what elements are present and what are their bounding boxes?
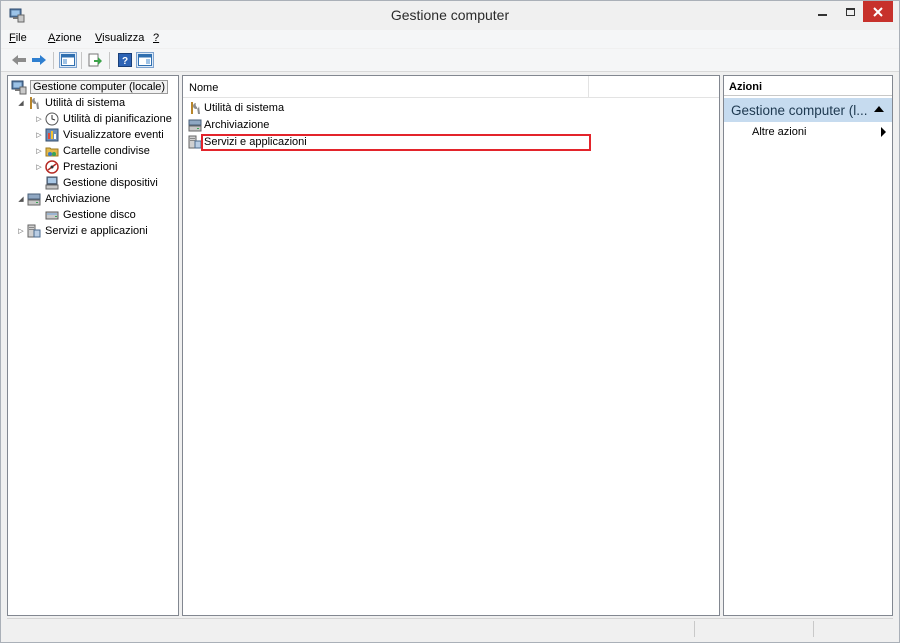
device-manager-icon <box>44 175 60 191</box>
tools-icon <box>26 95 42 111</box>
console-tree: Gestione computer (locale) ◢ Utilità di … <box>7 75 179 616</box>
main-window: Gestione computer File Azione Visualizza… <box>0 0 900 643</box>
action-altre-azioni[interactable]: Altre azioni <box>752 126 806 138</box>
storage-icon <box>187 117 203 133</box>
collapsed-arrow-icon[interactable]: ▷ <box>16 227 26 235</box>
toolbar-separator <box>81 52 82 69</box>
menu-help[interactable]: ? <box>153 32 159 44</box>
forward-icon <box>32 55 46 65</box>
submenu-arrow-icon <box>881 127 886 137</box>
maximize-icon <box>845 7 855 16</box>
tree-item-utilita-di-sistema[interactable]: ◢ Utilità di sistema <box>16 95 125 111</box>
disk-icon <box>44 207 60 223</box>
actions-pane: Azioni Gestione computer (l... Altre azi… <box>723 75 893 616</box>
show-hide-tree-icon <box>61 54 75 66</box>
svg-text:?: ? <box>122 56 128 67</box>
clock-icon <box>44 111 60 127</box>
menu-azione[interactable]: Azione <box>48 32 82 44</box>
menu-file[interactable]: File <box>9 32 27 44</box>
menu-bar: File Azione Visualizza ? <box>1 30 899 48</box>
show-hide-action-pane-icon <box>138 54 152 66</box>
menu-visualizza[interactable]: Visualizza <box>95 32 144 44</box>
maximize-button[interactable] <box>837 1 863 22</box>
minimize-icon <box>817 13 827 16</box>
export-list-icon <box>88 53 102 67</box>
column-header-name[interactable]: Nome <box>189 82 218 94</box>
collapsed-arrow-icon[interactable]: ▷ <box>34 163 44 171</box>
back-button[interactable] <box>10 52 28 68</box>
collapsed-arrow-icon[interactable]: ▷ <box>34 115 44 123</box>
tree-item-servizi-e-applicazioni[interactable]: ▷ Servizi e applicazioni <box>16 223 148 239</box>
list-item-utilita-di-sistema[interactable]: Utilità di sistema <box>187 100 284 116</box>
status-bar <box>7 618 893 638</box>
collapsed-arrow-icon[interactable]: ▷ <box>34 147 44 155</box>
help-icon: ? <box>118 53 132 67</box>
show-hide-action-pane-button[interactable] <box>136 52 154 68</box>
expanded-arrow-icon[interactable]: ◢ <box>16 195 26 203</box>
collapsed-arrow-icon[interactable]: ▷ <box>34 131 44 139</box>
tree-item-gestione-disco[interactable]: Gestione disco <box>34 207 136 223</box>
export-list-button[interactable] <box>86 52 104 68</box>
actions-group-header[interactable]: Gestione computer (l... <box>724 98 892 122</box>
show-hide-tree-button[interactable] <box>59 52 77 68</box>
highlight-box <box>201 134 591 151</box>
column-header: Nome <box>183 76 719 98</box>
close-button[interactable] <box>863 1 893 22</box>
result-list: Nome Utilità di sistema Archiviazione Se… <box>182 75 720 616</box>
forward-button[interactable] <box>30 52 48 68</box>
title-bar: Gestione computer <box>1 1 899 30</box>
close-icon <box>873 6 883 17</box>
toolbar: ? <box>1 49 899 72</box>
computer-management-icon <box>11 79 27 95</box>
status-divider <box>694 621 695 637</box>
status-divider <box>813 621 814 637</box>
column-divider[interactable] <box>588 76 589 98</box>
tree-item-gestione-dispositivi[interactable]: Gestione dispositivi <box>34 175 158 191</box>
tree-item-visualizzatore-eventi[interactable]: ▷ Visualizzatore eventi <box>34 127 164 143</box>
minimize-button[interactable] <box>809 1 835 22</box>
back-icon <box>12 55 26 65</box>
tree-root-label: Gestione computer (locale) <box>30 80 169 94</box>
expanded-arrow-icon[interactable]: ◢ <box>16 99 26 107</box>
tree-item-cartelle-condivise[interactable]: ▷ Cartelle condivise <box>34 143 150 159</box>
shared-folder-icon <box>44 143 60 159</box>
list-item-archiviazione[interactable]: Archiviazione <box>187 117 269 133</box>
tree-item-archiviazione[interactable]: ◢ Archiviazione <box>16 191 110 207</box>
tree-item-utilita-di-pianificazione[interactable]: ▷ Utilità di pianificazione <box>34 111 172 127</box>
tree-root[interactable]: Gestione computer (locale) <box>11 79 169 95</box>
storage-icon <box>26 191 42 207</box>
tree-item-prestazioni[interactable]: ▷ Prestazioni <box>34 159 117 175</box>
tools-icon <box>187 100 203 116</box>
event-viewer-icon <box>44 127 60 143</box>
help-button[interactable]: ? <box>116 52 134 68</box>
toolbar-separator <box>53 52 54 69</box>
actions-header: Azioni <box>724 76 892 96</box>
toolbar-separator <box>109 52 110 69</box>
collapse-up-icon[interactable] <box>874 106 884 112</box>
window-title: Gestione computer <box>390 7 510 23</box>
services-icon <box>26 223 42 239</box>
performance-icon <box>44 159 60 175</box>
